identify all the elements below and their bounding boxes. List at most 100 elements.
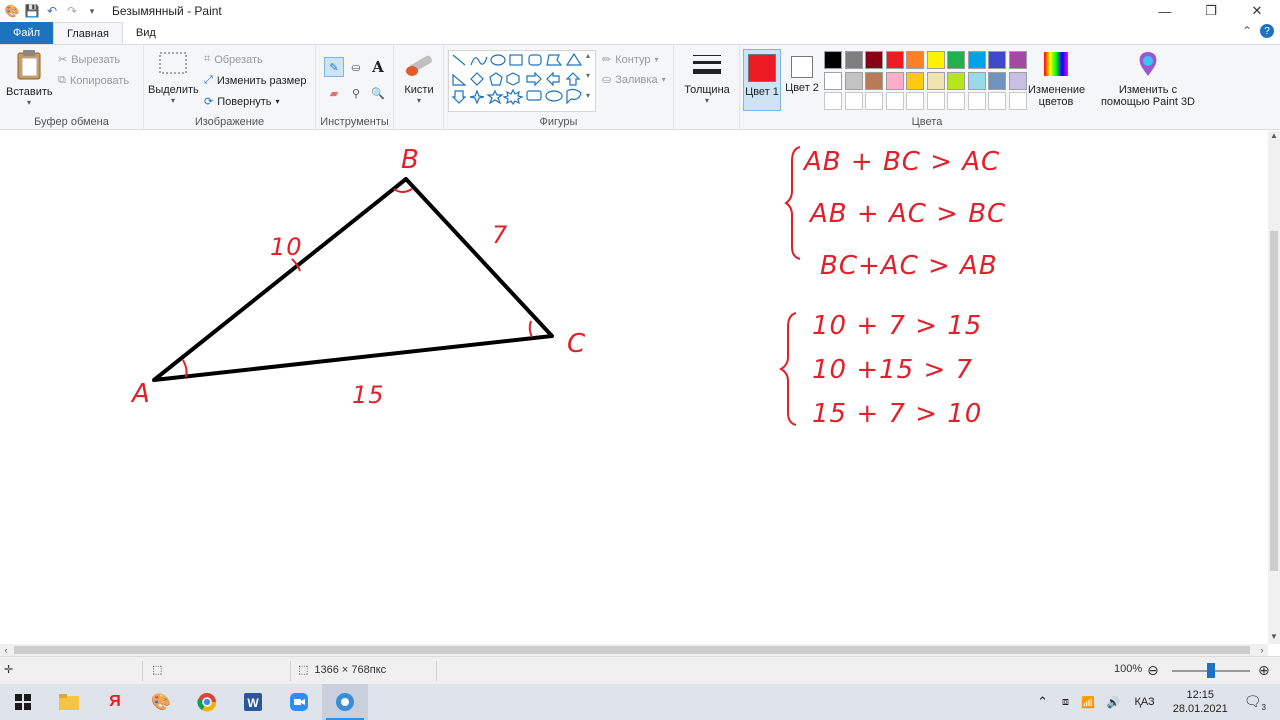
palette-swatch[interactable] bbox=[926, 71, 945, 90]
horizontal-scrollbar[interactable]: ‹ › bbox=[0, 644, 1268, 656]
start-button[interactable] bbox=[0, 684, 46, 720]
taskbar-chrome[interactable] bbox=[184, 684, 230, 720]
vertex-c-label: C bbox=[567, 329, 587, 359]
fill-button[interactable]: ⛀ Заливка ▾ bbox=[602, 73, 666, 87]
palette-swatch[interactable] bbox=[885, 92, 904, 110]
color1-button[interactable]: Цвет 1 bbox=[743, 49, 781, 111]
palette-swatch[interactable] bbox=[824, 51, 842, 69]
copy-button[interactable]: ⧉ Копировать bbox=[58, 74, 129, 87]
outline-button[interactable]: ✏ Контур ▾ bbox=[602, 53, 659, 67]
vertical-scroll-thumb[interactable] bbox=[1270, 231, 1278, 571]
zoom-in-button[interactable]: ⊕ bbox=[1258, 662, 1270, 679]
select-button[interactable]: Выделить ▾ bbox=[148, 49, 199, 105]
collapse-ribbon-icon[interactable]: ⌃ bbox=[1242, 24, 1252, 38]
palette-swatch[interactable] bbox=[906, 51, 924, 69]
resize-button[interactable]: ⤢ Изменить размер bbox=[204, 74, 306, 87]
palette-swatch[interactable] bbox=[1008, 71, 1027, 90]
palette-swatch[interactable] bbox=[926, 51, 945, 69]
palette-swatch[interactable] bbox=[865, 51, 883, 69]
minimize-button[interactable]: — bbox=[1142, 0, 1188, 22]
tab-home[interactable]: Главная bbox=[53, 22, 123, 44]
edit-colors-button[interactable]: Изменение цветов bbox=[1028, 49, 1085, 108]
paste-button[interactable]: Вставить ▾ bbox=[6, 49, 53, 107]
undo-icon[interactable]: ↶ bbox=[44, 3, 60, 19]
palette-swatch[interactable] bbox=[885, 51, 904, 69]
color-picker-tool[interactable]: ⚲ bbox=[346, 83, 366, 103]
palette-swatch[interactable] bbox=[967, 92, 986, 110]
palette-swatch[interactable] bbox=[988, 92, 1006, 110]
palette-swatch[interactable] bbox=[967, 71, 986, 90]
palette-swatch[interactable] bbox=[926, 92, 945, 110]
taskbar-paint-active[interactable] bbox=[322, 684, 368, 720]
text-tool[interactable]: A bbox=[368, 57, 388, 77]
pencil-tool[interactable]: ✎ bbox=[324, 57, 344, 77]
notifications-icon[interactable]: 🗨3 bbox=[1244, 693, 1266, 712]
crop-button[interactable]: ⌗ Обрезать bbox=[204, 53, 263, 66]
scroll-up-icon[interactable]: ▲ bbox=[1268, 131, 1280, 143]
rotate-button[interactable]: ⟳ Повернуть ▾ bbox=[204, 95, 280, 109]
language-indicator[interactable]: ҚАЗ bbox=[1134, 696, 1154, 708]
palette-swatch[interactable] bbox=[824, 71, 842, 90]
paint3d-icon bbox=[1139, 52, 1157, 76]
taskbar-yandex[interactable]: Я bbox=[92, 684, 138, 720]
palette-swatch[interactable] bbox=[844, 71, 863, 90]
brushes-button[interactable]: Кисти ▾ bbox=[398, 49, 440, 105]
palette-swatch[interactable] bbox=[947, 92, 965, 110]
palette-swatch[interactable] bbox=[947, 51, 965, 69]
scroll-left-icon[interactable]: ‹ bbox=[0, 644, 12, 656]
shapes-scroll-down-icon[interactable]: ▾ bbox=[586, 71, 590, 80]
taskbar-word[interactable]: W bbox=[230, 684, 276, 720]
vertical-scrollbar[interactable]: ▲ ▼ bbox=[1268, 131, 1280, 644]
palette-swatch[interactable] bbox=[824, 92, 842, 110]
horizontal-scroll-thumb[interactable] bbox=[14, 646, 1250, 654]
taskbar-file-explorer[interactable] bbox=[46, 684, 92, 720]
fill-tool[interactable]: ⛀ bbox=[346, 57, 366, 77]
scroll-right-icon[interactable]: › bbox=[1256, 644, 1268, 656]
customize-chevron-icon[interactable]: ▾ bbox=[84, 3, 100, 19]
shapes-scroll-up-icon[interactable]: ▴ bbox=[586, 51, 590, 60]
wifi-icon[interactable]: 📶 bbox=[1081, 696, 1095, 709]
shapes-gallery[interactable] bbox=[448, 50, 596, 112]
restore-button[interactable]: ❐ bbox=[1188, 0, 1234, 22]
inequality-1: AB + BC > AC bbox=[804, 147, 1001, 177]
zoom-out-button[interactable]: ⊖ bbox=[1147, 662, 1159, 679]
help-icon[interactable]: ? bbox=[1260, 24, 1274, 38]
palette-swatch[interactable] bbox=[906, 71, 924, 90]
palette-swatch[interactable] bbox=[988, 71, 1006, 90]
palette-swatch[interactable] bbox=[1008, 92, 1027, 110]
color2-button[interactable]: Цвет 2 bbox=[783, 49, 821, 111]
zoom-slider-thumb[interactable] bbox=[1207, 663, 1215, 678]
tray-chevron-icon[interactable]: ⌃ bbox=[1037, 694, 1048, 710]
clock[interactable]: 12:15 28.01.2021 bbox=[1173, 688, 1228, 716]
tab-view[interactable]: Вид bbox=[123, 22, 169, 44]
paint3d-button[interactable]: Изменить с помощью Paint 3D bbox=[1096, 49, 1200, 108]
scroll-down-icon[interactable]: ▼ bbox=[1268, 632, 1280, 644]
palette-swatch[interactable] bbox=[844, 92, 863, 110]
eraser-tool[interactable]: ▰ bbox=[324, 83, 344, 103]
palette-swatch[interactable] bbox=[865, 71, 883, 90]
taskbar-paint-pinned[interactable]: 🎨 bbox=[138, 684, 184, 720]
palette-swatch[interactable] bbox=[885, 71, 904, 90]
tray-meet-icon[interactable]: ⧈ bbox=[1062, 696, 1069, 709]
side-ab-label: 10 bbox=[270, 233, 303, 261]
close-button[interactable]: ✕ bbox=[1234, 0, 1280, 22]
tab-file[interactable]: Файл bbox=[0, 22, 54, 44]
drawing-canvas[interactable]: A B C 10 7 15 AB + BC > AC AB + AC > BC … bbox=[0, 131, 1268, 644]
save-icon[interactable]: 💾 bbox=[24, 3, 40, 19]
palette-swatch[interactable] bbox=[906, 92, 924, 110]
thickness-button[interactable]: Толщина ▾ bbox=[680, 49, 734, 105]
palette-swatch[interactable] bbox=[947, 71, 965, 90]
taskbar-zoom[interactable] bbox=[276, 684, 322, 720]
palette-swatch[interactable] bbox=[1008, 51, 1027, 69]
redo-icon[interactable]: ↷ bbox=[64, 3, 80, 19]
magnifier-tool[interactable]: 🔍 bbox=[368, 83, 388, 103]
cut-button[interactable]: ✂ Вырезать bbox=[58, 53, 120, 67]
paint-app-icon[interactable]: 🎨 bbox=[4, 3, 20, 19]
palette-swatch[interactable] bbox=[967, 51, 986, 69]
volume-icon[interactable]: 🔊 bbox=[1107, 696, 1121, 709]
clipboard-group-label: Буфер обмена bbox=[34, 116, 109, 128]
palette-swatch[interactable] bbox=[844, 51, 863, 69]
shapes-expand-icon[interactable]: ▾ bbox=[586, 91, 590, 100]
palette-swatch[interactable] bbox=[988, 51, 1006, 69]
palette-swatch[interactable] bbox=[865, 92, 883, 110]
